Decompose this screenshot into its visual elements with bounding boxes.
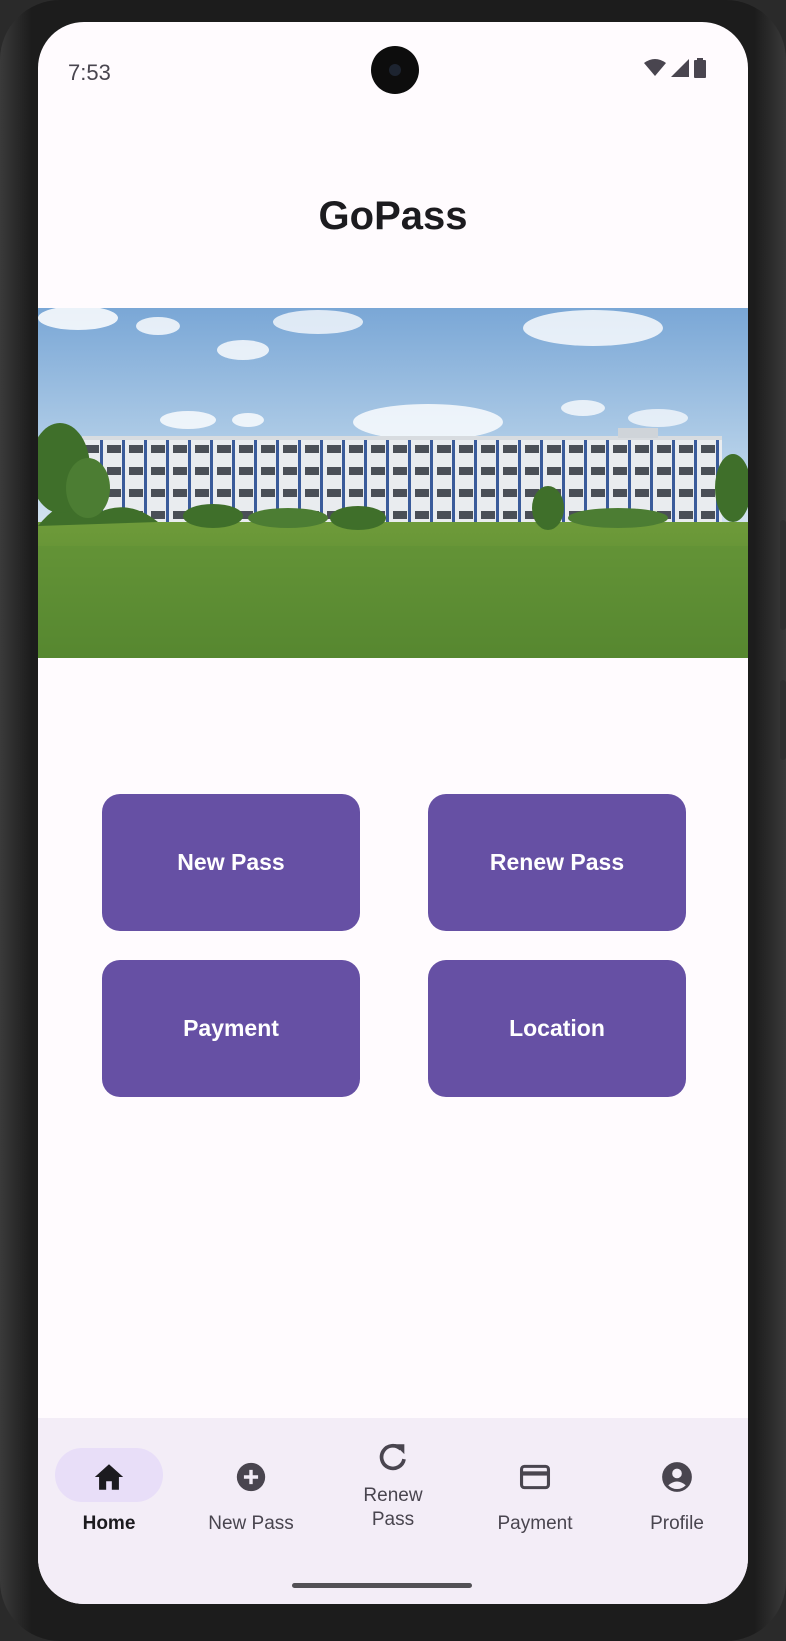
nav-label-new-pass: New Pass bbox=[208, 1513, 294, 1534]
nav-item-payment[interactable]: Payment bbox=[464, 1418, 606, 1558]
home-icon bbox=[94, 1464, 124, 1490]
signal-icon bbox=[671, 59, 689, 77]
location-button[interactable]: Location bbox=[428, 960, 686, 1097]
nav-item-new-pass[interactable]: New Pass bbox=[180, 1418, 322, 1558]
nav-label-renew-pass: Renew Pass bbox=[363, 1485, 423, 1530]
college-building-photo bbox=[38, 308, 748, 658]
status-time: 7:53 bbox=[68, 60, 111, 85]
nav-item-home[interactable]: Home bbox=[38, 1418, 180, 1558]
payment-button[interactable]: Payment bbox=[102, 960, 360, 1097]
nav-label-profile: Profile bbox=[650, 1513, 704, 1534]
nav-label-payment: Payment bbox=[497, 1513, 573, 1534]
renew-pass-button[interactable]: Renew Pass bbox=[428, 794, 686, 931]
power-button bbox=[780, 520, 786, 630]
nav-label-home: Home bbox=[82, 1513, 136, 1534]
credit-card-icon bbox=[519, 1464, 551, 1490]
bottom-navigation: Home New Pass Renew Pass Payment Profile bbox=[38, 1418, 748, 1604]
gesture-home-indicator[interactable] bbox=[292, 1583, 472, 1588]
volume-button bbox=[780, 680, 786, 760]
page-title: GoPass bbox=[318, 194, 468, 238]
status-bar: 7:53 bbox=[38, 22, 748, 118]
front-camera bbox=[371, 46, 419, 94]
add-circle-icon bbox=[236, 1462, 266, 1492]
status-icons bbox=[644, 58, 706, 78]
wifi-icon bbox=[644, 59, 666, 76]
action-grid: New Pass Renew Pass Payment Location bbox=[102, 794, 688, 1097]
account-circle-icon bbox=[662, 1462, 692, 1492]
new-pass-button[interactable]: New Pass bbox=[102, 794, 360, 931]
nav-item-renew-pass[interactable]: Renew Pass bbox=[322, 1418, 464, 1558]
battery-icon bbox=[694, 58, 706, 78]
nav-item-profile[interactable]: Profile bbox=[606, 1418, 748, 1558]
college-building-banner bbox=[38, 308, 748, 658]
refresh-icon bbox=[379, 1443, 406, 1471]
app-screen: 7:53 GoPass New Pass Renew Pass Payment … bbox=[38, 22, 748, 1604]
